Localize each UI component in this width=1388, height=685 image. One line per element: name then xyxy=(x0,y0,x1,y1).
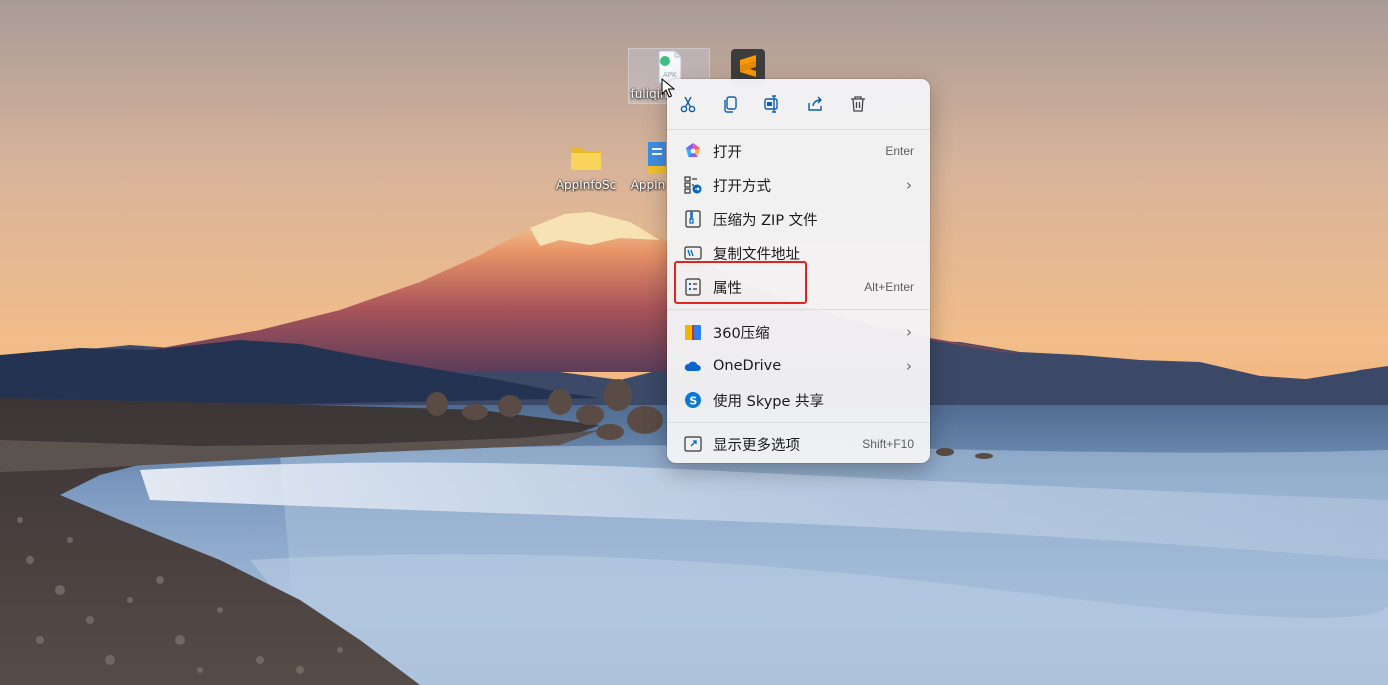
menu-item-compress-zip[interactable]: 压缩为 ZIP 文件 xyxy=(667,202,930,236)
menu-item-skype-share[interactable]: S 使用 Skype 共享 xyxy=(667,383,930,417)
desktop-icon-label: AppIn xyxy=(630,178,666,192)
360-zip-icon xyxy=(683,322,703,342)
menu-item-360-zip[interactable]: 360压缩 › xyxy=(667,315,930,349)
desktop-icon-label: AppInfoSc xyxy=(555,178,617,192)
context-menu-toolbar xyxy=(667,79,930,129)
delete-button[interactable] xyxy=(843,89,873,119)
shortcut-hint: Enter xyxy=(885,144,914,158)
desktop-icon-document[interactable]: AppIn xyxy=(628,140,668,192)
shortcut-hint: Shift+F10 xyxy=(862,437,914,451)
copy-path-icon xyxy=(683,243,703,263)
trash-icon xyxy=(851,96,866,112)
rename-button[interactable] xyxy=(758,89,788,119)
shortcut-hint: Alt+Enter xyxy=(864,280,914,294)
copy-button[interactable] xyxy=(716,89,746,119)
open-app-icon xyxy=(683,141,703,161)
folder-icon xyxy=(568,140,604,176)
menu-item-label: 打开方式 xyxy=(713,178,771,195)
share-button[interactable] xyxy=(801,89,831,119)
cut-button[interactable] xyxy=(673,89,703,119)
menu-item-label: 压缩为 ZIP 文件 xyxy=(713,212,818,229)
document-file-icon xyxy=(630,140,666,176)
scissors-icon xyxy=(680,96,696,113)
share-icon xyxy=(808,96,822,111)
menu-item-open[interactable]: 打开 Enter xyxy=(667,134,930,168)
rename-icon xyxy=(764,95,778,113)
copy-icon xyxy=(723,96,737,113)
more-options-icon xyxy=(683,434,703,454)
open-with-icon xyxy=(683,175,703,195)
chevron-right-icon: › xyxy=(906,357,912,375)
skype-icon: S xyxy=(683,390,703,410)
onedrive-cloud-icon xyxy=(683,356,703,376)
menu-item-label: 打开 xyxy=(713,144,742,161)
menu-item-label: 使用 Skype 共享 xyxy=(713,393,825,410)
menu-item-label: OneDrive xyxy=(713,358,782,374)
zip-icon xyxy=(683,209,703,229)
menu-item-label: 显示更多选项 xyxy=(713,437,800,454)
menu-item-label: 360压缩 xyxy=(713,325,770,342)
svg-text:S: S xyxy=(689,395,697,408)
chevron-right-icon: › xyxy=(906,323,912,341)
mouse-cursor-icon xyxy=(661,78,675,98)
chevron-right-icon: › xyxy=(906,176,912,194)
menu-item-open-with[interactable]: 打开方式 › xyxy=(667,168,930,202)
highlight-box xyxy=(674,261,807,304)
menu-item-onedrive[interactable]: OneDrive › xyxy=(667,349,930,383)
menu-item-show-more-options[interactable]: 显示更多选项 Shift+F10 xyxy=(667,427,930,461)
desktop-icon-folder[interactable]: AppInfoSc xyxy=(546,140,626,192)
